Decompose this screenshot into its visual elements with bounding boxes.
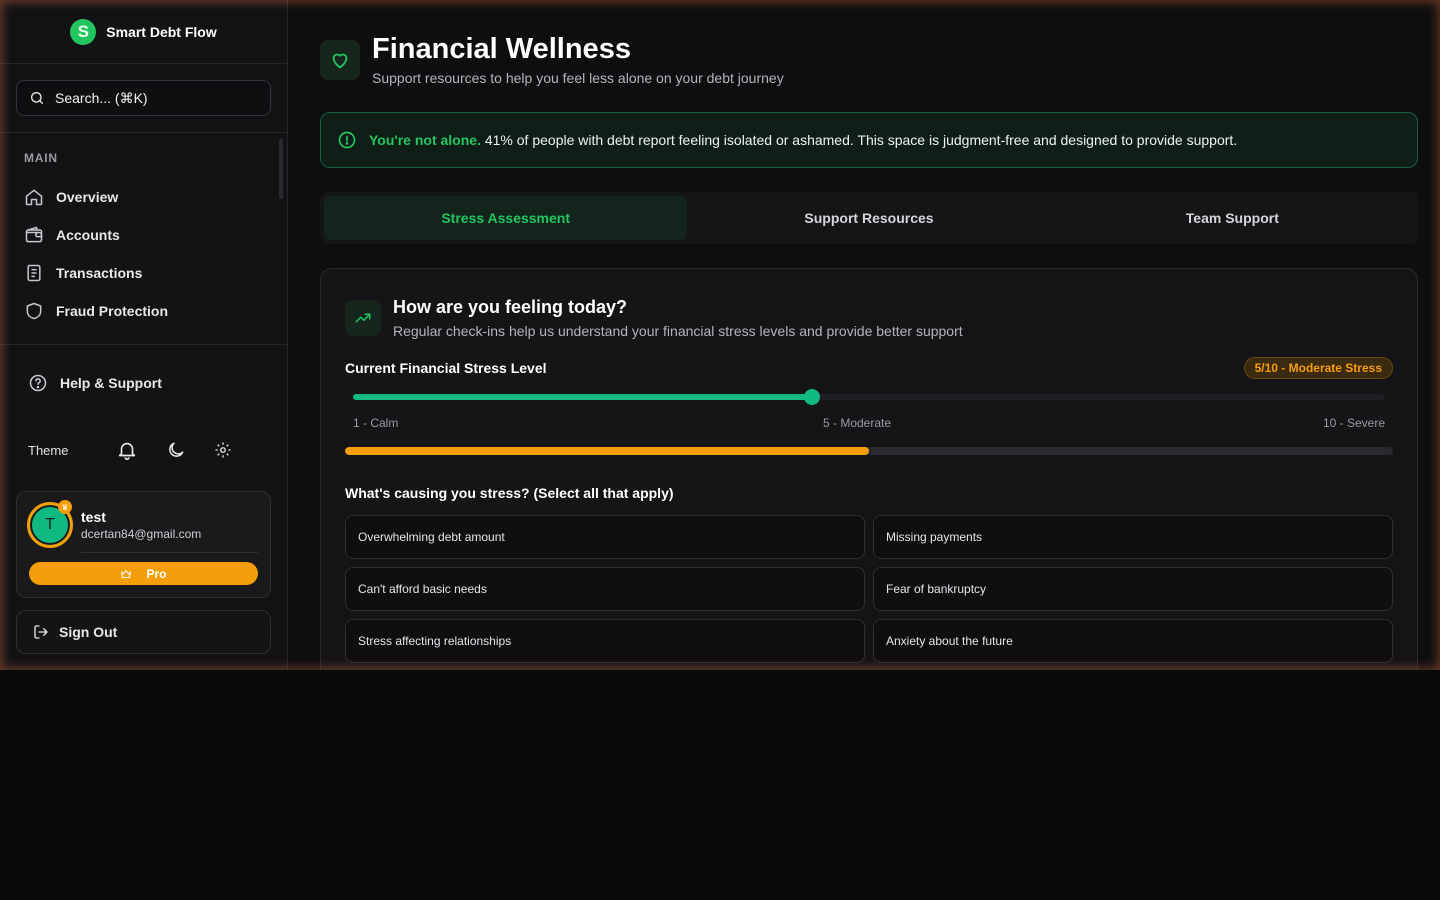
sign-out-label: Sign Out	[59, 624, 118, 640]
slider-thumb[interactable]	[803, 389, 820, 405]
stress-causes-label: What's causing you stress? (Select all t…	[345, 485, 674, 501]
sidebar-item-label: Transactions	[56, 265, 143, 281]
home-icon	[25, 189, 43, 206]
section-label-main: MAIN	[24, 151, 58, 165]
theme-controls	[116, 439, 232, 461]
sign-out-button[interactable]: Sign Out	[16, 610, 271, 654]
sidebar-scrollbar[interactable]	[279, 139, 283, 199]
stress-cause-option[interactable]: Anxiety about the future	[873, 619, 1393, 663]
wallet-icon	[25, 226, 43, 243]
stress-cause-option[interactable]: Can't afford basic needs	[345, 567, 865, 611]
help-support-label: Help & Support	[60, 375, 162, 391]
sidebar-item-label: Fraud Protection	[56, 303, 169, 319]
crown-icon: ♛	[58, 500, 72, 514]
page-subtitle: Support resources to help you feel less …	[372, 70, 784, 86]
log-out-icon	[34, 625, 48, 639]
heart-icon	[320, 40, 360, 80]
slider-tick-mid: 5 - Moderate	[823, 416, 892, 430]
alert-strong-text: You're not alone.	[369, 132, 481, 148]
page-title: Financial Wellness	[372, 33, 631, 65]
slider-fill	[353, 394, 812, 400]
sidebar-nav: MAIN Overview Accounts Transactions Frau…	[0, 133, 287, 345]
alert-text: 41% of people with debt report feeling i…	[484, 132, 1238, 148]
sidebar-item-label: Overview	[56, 189, 119, 205]
shield-icon	[26, 302, 42, 320]
info-alert: You're not alone. 41% of people with deb…	[320, 112, 1418, 168]
gear-icon[interactable]	[214, 441, 232, 459]
search-icon	[31, 92, 43, 104]
app-window: S Smart Debt Flow Search... (⌘K) MAIN Ov…	[0, 0, 1440, 670]
stress-level-badge: 5/10 - Moderate Stress	[1243, 357, 1393, 379]
sidebar-item-label: Accounts	[56, 227, 120, 243]
tab-support-resources[interactable]: Support Resources	[687, 196, 1050, 240]
stress-assessment-card: How are you feeling today? Regular check…	[320, 268, 1418, 670]
divider	[81, 552, 258, 553]
tab-team-support[interactable]: Team Support	[1051, 196, 1414, 240]
bell-icon[interactable]	[116, 439, 138, 461]
user-name: test	[81, 509, 106, 525]
pro-plan-label: Pro	[146, 566, 167, 581]
sidebar-item-fraud-protection[interactable]: Fraud Protection	[16, 287, 279, 335]
sidebar: S Smart Debt Flow Search... (⌘K) MAIN Ov…	[0, 0, 288, 670]
alert-circle-icon	[338, 131, 356, 149]
stress-progress-fill	[345, 447, 869, 455]
search-section: Search... (⌘K)	[0, 64, 287, 133]
moon-icon[interactable]	[166, 440, 186, 460]
user-card[interactable]: T ♛ test dcertan84@gmail.com Pro	[16, 491, 271, 598]
card-subtitle: Regular check-ins help us understand you…	[393, 323, 963, 339]
stress-causes-grid: Overwhelming debt amount Missing payment…	[345, 515, 1393, 670]
search-placeholder: Search... (⌘K)	[55, 89, 148, 106]
help-support-link[interactable]: Help & Support	[0, 345, 287, 393]
crown-icon	[121, 569, 132, 578]
pro-plan-button[interactable]: Pro	[29, 562, 258, 585]
stress-cause-option[interactable]: Stress affecting relationships	[345, 619, 865, 663]
slider-tick-low: 1 - Calm	[353, 416, 399, 430]
card-title: How are you feeling today?	[393, 297, 628, 317]
tab-bar: Stress Assessment Support Resources Team…	[320, 192, 1418, 244]
brand[interactable]: S Smart Debt Flow	[0, 0, 287, 64]
trending-up-icon	[345, 300, 381, 336]
stress-level-label: Current Financial Stress Level	[345, 360, 547, 376]
brand-name: Smart Debt Flow	[106, 23, 217, 40]
stress-level-slider[interactable]	[353, 389, 1385, 405]
stress-cause-option[interactable]: Fear of bankruptcy	[873, 567, 1393, 611]
document-icon	[27, 264, 41, 282]
stress-cause-option[interactable]: Overwhelming debt amount	[345, 515, 865, 559]
stress-cause-option[interactable]: Missing payments	[873, 515, 1393, 559]
slider-tick-high: 10 - Severe	[1322, 416, 1385, 430]
tab-stress-assessment[interactable]: Stress Assessment	[324, 196, 688, 240]
user-email: dcertan84@gmail.com	[81, 527, 202, 541]
help-circle-icon	[29, 374, 47, 392]
search-input[interactable]: Search... (⌘K)	[16, 80, 271, 116]
theme-label: Theme	[28, 442, 69, 458]
stress-progress-bar	[345, 447, 1393, 455]
theme-row: Theme	[0, 435, 287, 465]
brand-logo: S	[70, 18, 97, 45]
main-content: Financial Wellness Support resources to …	[288, 0, 1440, 670]
